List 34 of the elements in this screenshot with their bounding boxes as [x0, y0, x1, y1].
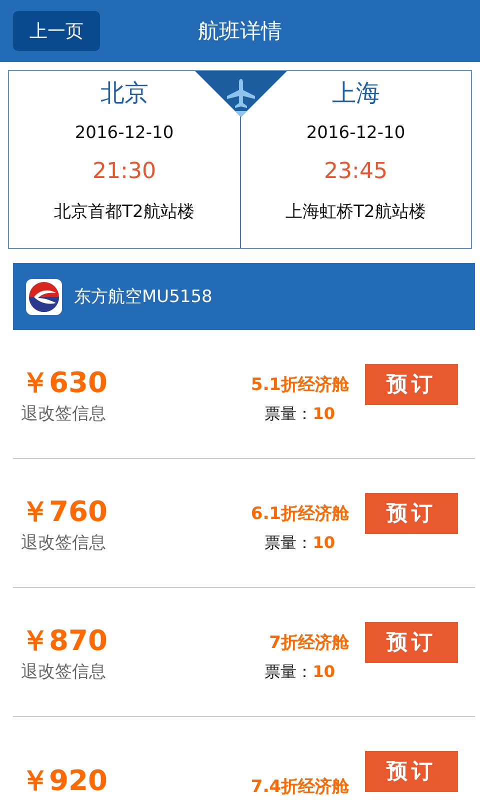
book-button[interactable]: 预订 [365, 364, 458, 404]
flight-date: 2016-12-10 [306, 123, 406, 143]
seats-label: 票量： [264, 533, 313, 552]
seats-count: 10 [312, 533, 335, 552]
seats-label: 票量： [264, 404, 313, 423]
terminal-name: 北京首都T2航站楼 [54, 201, 194, 223]
cabin-class: 7.4折经济舱 [250, 776, 349, 798]
refund-rules-link[interactable]: 退改签信息 [21, 660, 221, 682]
refund-rules-link[interactable]: 退改签信息 [21, 530, 221, 554]
flight-time: 21:30 [92, 159, 156, 184]
seats-label: 票量： [264, 662, 313, 681]
flight-date: 2016-12-10 [74, 123, 174, 143]
fare-price: ￥630 [21, 364, 108, 400]
book-button[interactable]: 预订 [365, 492, 458, 534]
book-button[interactable]: 预订 [365, 622, 458, 662]
cabin-class: 5.1折经济舱 [250, 374, 349, 396]
refund-rules-link[interactable]: 退改签信息 [21, 402, 221, 424]
page-title: 航班详情 [197, 18, 283, 45]
airline-flight-number: 东方航空MU5158 [74, 286, 212, 308]
cabin-class: 6.1折经济舱 [250, 503, 349, 525]
cabin-class: 7折经济舱 [269, 632, 349, 654]
fare-price: ￥920 [21, 763, 108, 799]
flight-time: 23:45 [324, 159, 388, 184]
book-button[interactable]: 预订 [365, 750, 458, 792]
fare-price: ￥870 [21, 622, 108, 658]
terminal-name: 上海虹桥T2航站楼 [286, 201, 426, 223]
airline-logo-icon [26, 278, 62, 314]
city-name: 上海 [332, 78, 380, 109]
seats-count: 10 [312, 662, 335, 681]
city-name: 北京 [100, 78, 148, 109]
back-button[interactable]: 上一页 [13, 11, 100, 51]
fare-price: ￥760 [21, 494, 108, 530]
seats-count: 10 [312, 404, 335, 423]
plane-icon [195, 71, 287, 119]
